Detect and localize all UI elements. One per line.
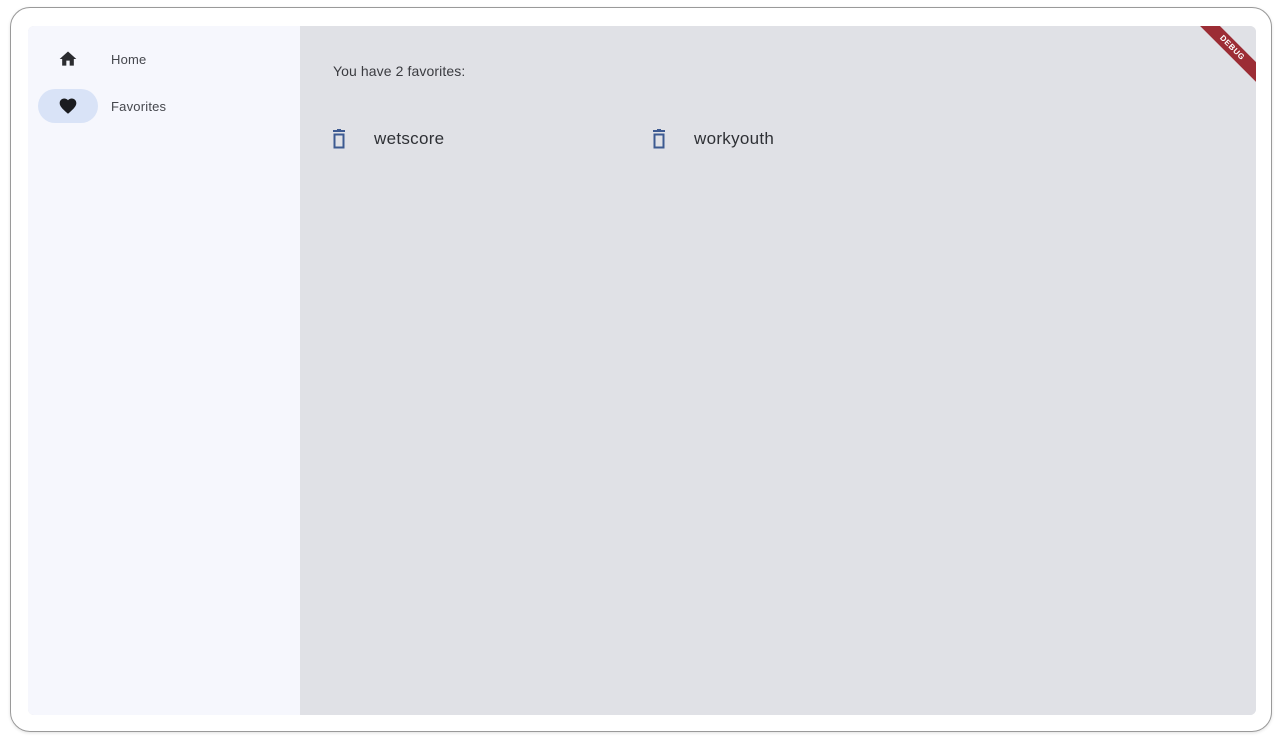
nav-item-home[interactable]: Home — [38, 41, 288, 77]
home-icon — [59, 51, 77, 66]
favorites-page: You have 2 favorites: wetscore workyouth… — [300, 26, 1256, 715]
nav-label-home: Home — [111, 51, 147, 67]
heart-icon — [59, 98, 77, 114]
favorites-count-text: You have 2 favorites: — [333, 63, 466, 79]
trash-icon — [653, 129, 665, 149]
nav-item-favorites[interactable]: Favorites — [38, 88, 288, 124]
favorite-item: workyouth — [648, 124, 968, 154]
trash-icon — [333, 129, 345, 149]
favorites-indicator — [38, 89, 98, 123]
app-window: Home Favorites You have 2 favorites: wet… — [28, 26, 1256, 715]
favorites-grid: wetscore workyouth — [328, 124, 968, 154]
navigation-rail: Home Favorites — [28, 26, 300, 715]
home-icon-container — [38, 42, 98, 76]
favorite-word: workyouth — [694, 129, 775, 148]
favorite-item: wetscore — [328, 124, 648, 154]
debug-banner-label: DEBUG — [1191, 26, 1256, 89]
nav-label-favorites: Favorites — [111, 98, 167, 114]
debug-banner: DEBUG — [1186, 26, 1256, 96]
favorite-word: wetscore — [374, 129, 445, 148]
delete-favorite-button[interactable] — [648, 126, 670, 152]
delete-favorite-button[interactable] — [328, 126, 350, 152]
